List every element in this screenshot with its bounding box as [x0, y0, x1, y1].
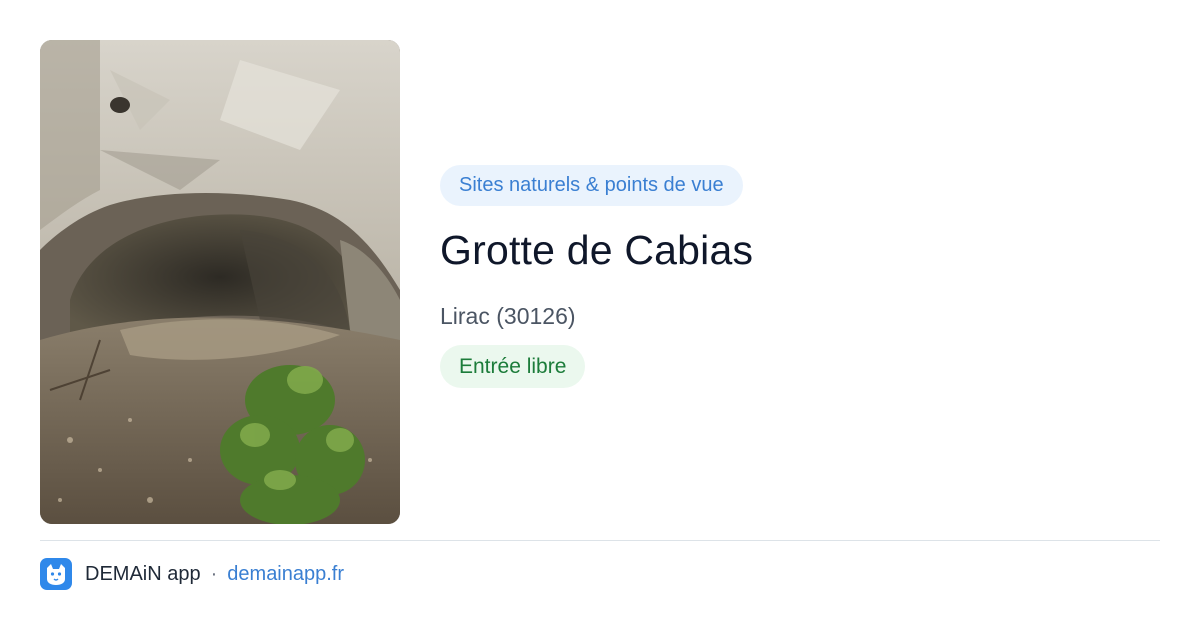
cave-photo-illustration [40, 40, 400, 524]
place-title: Grotte de Cabias [440, 227, 754, 273]
place-info: Sites naturels & points de vue Grotte de… [440, 165, 1160, 388]
app-url-link[interactable]: demainapp.fr [227, 563, 344, 586]
access-badge: Entrée libre [440, 345, 586, 388]
footer-separator: · [210, 562, 218, 585]
category-badge[interactable]: Sites naturels & points de vue [440, 165, 743, 206]
app-name: DEMAiN app [85, 562, 201, 585]
place-photo [40, 40, 400, 524]
place-location: Lirac (30126) [440, 303, 576, 329]
footer-divider [40, 540, 1160, 541]
demain-app-logo-icon [40, 558, 72, 590]
footer: DEMAiN app · demainapp.fr [40, 558, 344, 590]
